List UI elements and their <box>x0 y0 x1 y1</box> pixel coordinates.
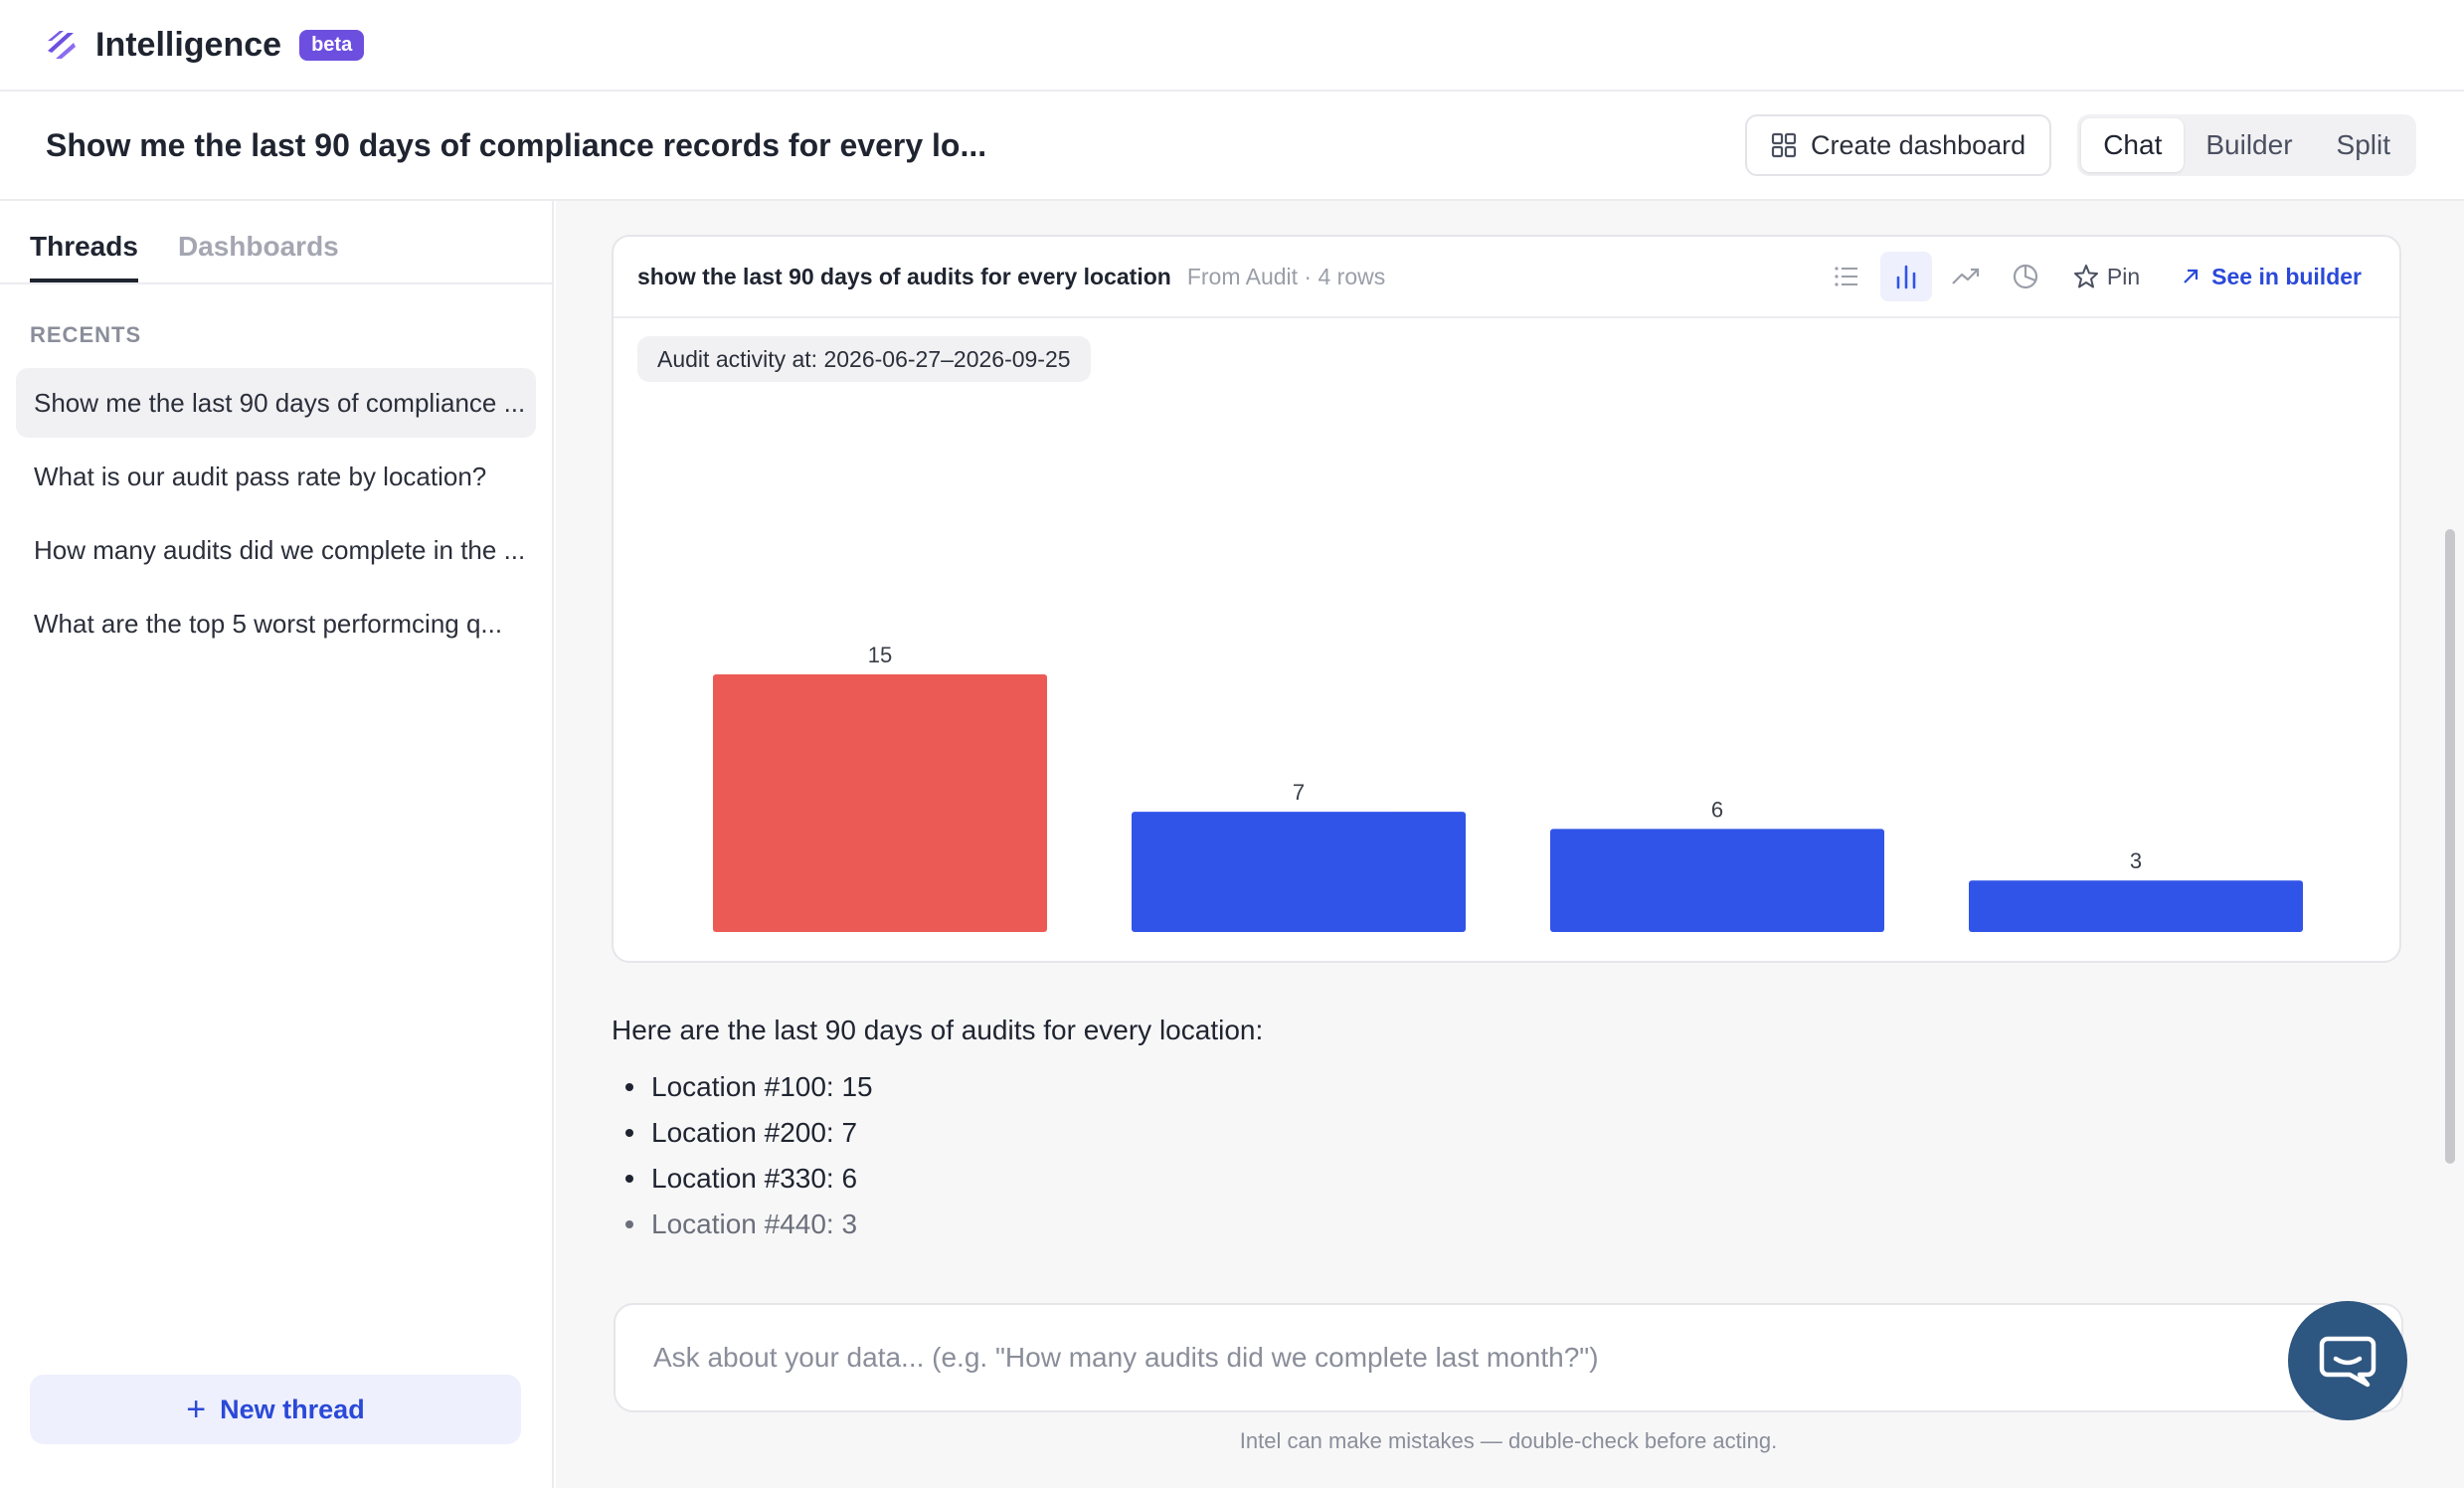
beta-badge: beta <box>299 29 365 61</box>
bar-value-label: 7 <box>1293 780 1305 805</box>
star-icon <box>2073 265 2098 288</box>
date-filter-label: Audit activity at: 2026-06-27–2026-09-25 <box>657 345 1071 372</box>
audits-bar-chart: 15Location #1007Location #2006Location #… <box>713 643 2303 932</box>
ask-input[interactable] <box>653 1342 2145 1374</box>
logo-icon <box>48 31 76 59</box>
bar-location-330[interactable] <box>1550 829 1884 932</box>
ask-box[interactable] <box>614 1303 2403 1412</box>
bar-value-label: 3 <box>2130 848 2142 873</box>
bar-location-200[interactable] <box>1132 812 1466 932</box>
recents-heading: RECENTS <box>30 322 142 347</box>
create-dashboard-label: Create dashboard <box>1811 129 2026 160</box>
assistant-answer: Here are the last 90 days of audits for … <box>612 1015 2202 1247</box>
arrow-up-right-icon <box>2184 269 2199 283</box>
main-panel: show the last 90 days of audits for ever… <box>556 201 2464 1488</box>
see-in-builder-link[interactable]: See in builder <box>2182 264 2362 290</box>
pin-label: Pin <box>2106 263 2141 289</box>
recent-thread-item[interactable]: How many audits did we complete in the .… <box>16 515 536 585</box>
answer-list-item: Location #100: 15 <box>625 1064 2202 1110</box>
recent-thread-item[interactable]: What is our audit pass rate by location? <box>16 442 536 511</box>
sidebar: Threads Dashboards RECENTS Show me the l… <box>0 201 554 1488</box>
result-card: show the last 90 days of audits for ever… <box>612 235 2401 963</box>
bar-chart-icon <box>1896 265 1916 289</box>
recent-thread-item[interactable]: Show me the last 90 days of compliance .… <box>16 368 536 438</box>
answer-list-item: Location #200: 7 <box>625 1110 2202 1156</box>
recent-thread-item[interactable]: What are the top 5 worst performcing q..… <box>16 589 536 658</box>
mode-builder[interactable]: Builder <box>2184 118 2314 172</box>
top-bar: Intelligence beta <box>0 0 2464 92</box>
support-chat-button[interactable] <box>2288 1301 2407 1420</box>
create-dashboard-button[interactable]: Create dashboard <box>1745 114 2052 176</box>
pie-chart-view-button[interactable] <box>2000 252 2051 301</box>
chat-bubble-icon <box>2319 1336 2376 1388</box>
bar-location-440[interactable] <box>1969 880 2303 932</box>
recent-threads-list: Show me the last 90 days of compliance .… <box>0 368 552 658</box>
new-thread-button[interactable]: + New thread <box>30 1375 521 1444</box>
thread-title: Show me the last 90 days of compliance r… <box>46 126 987 163</box>
tab-threads[interactable]: Threads <box>30 231 138 282</box>
result-card-header: show the last 90 days of audits for ever… <box>614 237 2399 318</box>
bar-chart-view-button[interactable] <box>1879 252 1932 301</box>
list-icon <box>1835 267 1857 286</box>
result-title: show the last 90 days of audits for ever… <box>637 263 1171 289</box>
app-name: Intelligence <box>95 25 282 64</box>
view-mode-switcher: Chat Builder Split <box>2077 114 2416 176</box>
bar-value-label: 6 <box>1711 797 1723 822</box>
grid-icon <box>1771 132 1797 158</box>
scrollbar[interactable] <box>2445 529 2455 1164</box>
pie-chart-icon <box>2013 264 2038 289</box>
mode-split[interactable]: Split <box>2315 118 2412 172</box>
pin-button[interactable]: Pin <box>2073 264 2140 290</box>
result-meta: From Audit · 4 rows <box>1186 263 1386 289</box>
bar-location-100[interactable] <box>713 674 1047 932</box>
new-thread-label: New thread <box>220 1394 365 1424</box>
plus-icon: + <box>186 1390 207 1428</box>
answer-list-item: Location #330: 6 <box>625 1156 2202 1202</box>
disclaimer: Intel can make mistakes — double-check b… <box>1239 1428 1778 1453</box>
bar-value-label: 15 <box>868 643 892 667</box>
answer-list: Location #100: 15 Location #200: 7 Locat… <box>612 1064 2202 1247</box>
title-bar: Show me the last 90 days of compliance r… <box>0 92 2464 201</box>
date-filter-chip[interactable]: Audit activity at: 2026-06-27–2026-09-25 <box>637 336 1091 382</box>
mode-chat[interactable]: Chat <box>2081 118 2185 172</box>
answer-intro: Here are the last 90 days of audits for … <box>612 1015 1264 1045</box>
trend-line-icon <box>1952 268 1980 284</box>
answer-list-item: Location #440: 3 <box>625 1202 2202 1247</box>
sidebar-tabs: Threads Dashboards <box>0 201 552 284</box>
table-view-button[interactable] <box>1821 252 1872 301</box>
tab-dashboards[interactable]: Dashboards <box>178 231 339 282</box>
see-in-builder-label: See in builder <box>2211 263 2362 289</box>
line-chart-view-button[interactable] <box>1940 252 1992 301</box>
